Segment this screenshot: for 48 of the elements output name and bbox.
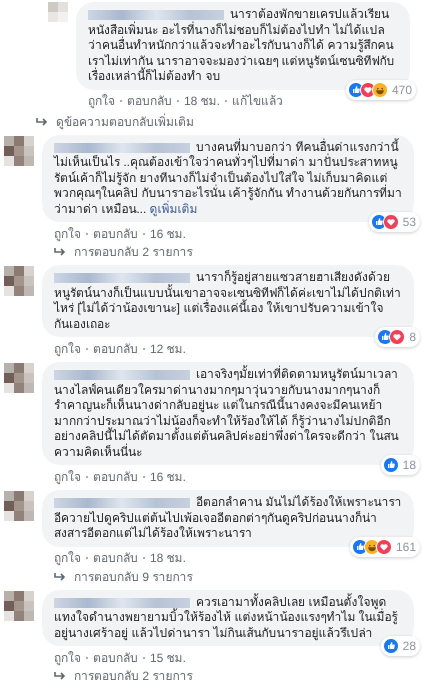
reaction-count: 161 <box>396 538 416 556</box>
reactions-badge[interactable]: 28 <box>380 636 420 656</box>
reactions-badge[interactable]: 8 <box>375 327 420 347</box>
like-icon <box>382 457 399 473</box>
comment-timestamp: 16 ชม. <box>150 468 186 486</box>
reactions-badge[interactable]: 470 <box>346 80 416 100</box>
reply-arrow-icon <box>36 116 48 126</box>
reaction-count: 53 <box>402 214 416 231</box>
edited-label: แก้ไขแล้ว <box>232 93 284 110</box>
comment-action-link[interactable]: ตอบกลับ <box>93 468 138 486</box>
reaction-count: 8 <box>409 329 416 346</box>
comment-action-link[interactable]: ถูกใจ <box>54 340 81 358</box>
view-replies-link[interactable]: การตอบกลับ 2 รายการ <box>74 243 192 261</box>
comment-timestamp: 18 ชม. <box>184 93 220 110</box>
reaction-count: 28 <box>402 638 416 655</box>
comment-action-link[interactable]: ตอบกลับ <box>93 224 138 242</box>
view-replies-link[interactable]: การตอบกลับ 9 รายการ <box>74 568 192 586</box>
avatar[interactable] <box>4 490 34 522</box>
see-more-link[interactable]: ดูเพิ่มเติม <box>150 202 198 216</box>
reaction-count: 470 <box>392 82 412 98</box>
comment-action-link[interactable]: ตอบกลับ <box>93 340 138 358</box>
comment-action-link[interactable]: ถูกใจ <box>88 92 115 110</box>
comment-action-link[interactable]: ถูกใจ <box>54 549 81 567</box>
reactions-badge[interactable]: 161 <box>350 536 420 556</box>
comment-timestamp: 12 ชม. <box>150 340 186 358</box>
laughing-emoji-icon <box>372 82 388 98</box>
view-replies-link[interactable]: ดูข้อความตอบกลับเพิ่มเติม <box>56 112 194 130</box>
reply-arrow-icon <box>54 247 66 257</box>
comment-timestamp: 15 ชม. <box>150 650 186 666</box>
reactions-badge[interactable]: 18 <box>380 455 420 475</box>
avatar[interactable] <box>4 134 34 166</box>
reply-arrow-icon <box>54 671 66 681</box>
comment-timestamp: 18 ชม. <box>150 550 186 567</box>
comment-action-link[interactable]: ถูกใจ <box>54 224 81 242</box>
avatar[interactable] <box>4 362 34 394</box>
avatar[interactable] <box>4 265 34 297</box>
reply-arrow-icon <box>54 572 66 582</box>
view-replies-link[interactable]: การตอบกลับ 2 รายการ <box>74 667 192 685</box>
comment-action-link[interactable]: ตอบกลับ <box>93 549 138 567</box>
comment-action-link[interactable]: ถูกใจ <box>54 648 81 666</box>
avatar[interactable] <box>4 590 34 622</box>
comment-action-link[interactable]: ตอบกลับ <box>127 92 172 110</box>
reaction-count: 18 <box>402 457 416 474</box>
comment-action-link[interactable]: ถูกใจ <box>54 468 81 486</box>
reactions-badge[interactable]: 53 <box>368 212 420 232</box>
like-icon <box>382 638 399 654</box>
comment-timestamp: 16 ชม. <box>150 226 186 242</box>
comment-action-link[interactable]: ตอบกลับ <box>93 648 138 666</box>
